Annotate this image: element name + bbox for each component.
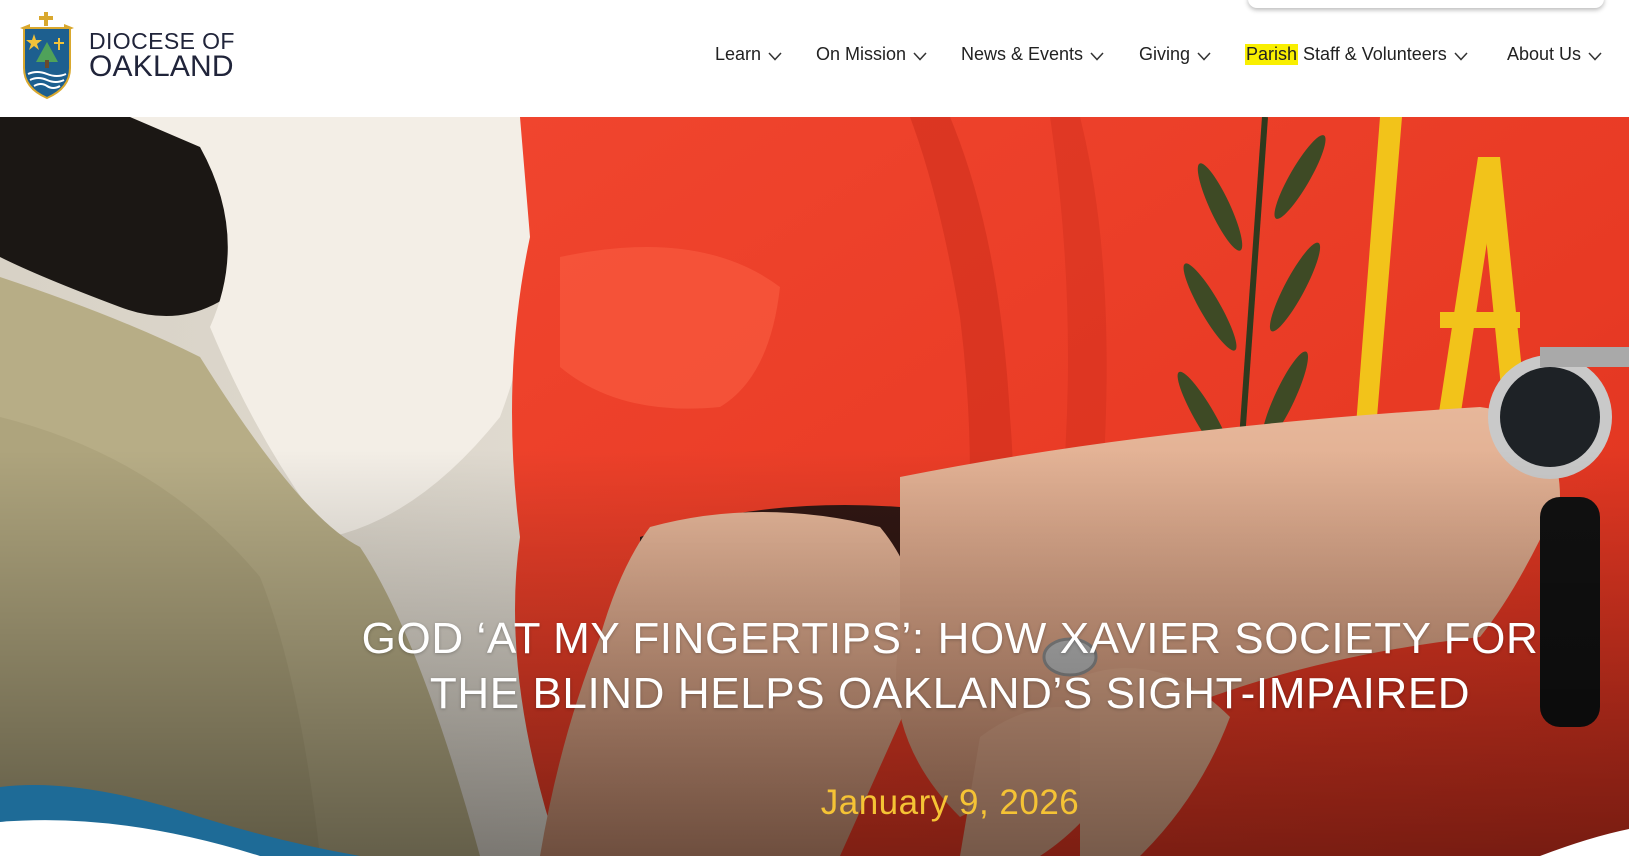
nav-item-label: News & Events [961,44,1084,64]
nav-item-on-mission[interactable]: On Mission [816,44,927,65]
chevron-down-icon [1454,51,1468,61]
chevron-down-icon [1197,51,1211,61]
main-nav: Learn On Mission News & Events Giving Pa… [0,44,1629,68]
search-dropdown-tab[interactable] [1248,0,1604,8]
nav-item-giving[interactable]: Giving [1139,44,1211,65]
nav-item-news-events[interactable]: News & Events [961,44,1104,65]
nav-item-label: Giving [1139,44,1191,64]
chevron-down-icon [768,51,782,61]
chevron-down-icon [1588,51,1602,61]
article-date: January 9, 2026 [820,783,1080,822]
hero-banner: GOD ‘AT MY FINGERTIPS’: HOW XAVIER SOCIE… [0,117,1629,856]
nav-item-label: Staff & Volunteers [1298,44,1447,64]
nav-item-parish-staff-volunteers[interactable]: Parish Staff & Volunteers [1245,44,1468,65]
site-header: DIOCESE OF OAKLAND Learn On Mission News… [0,0,1629,117]
hero-photo [0,117,1629,856]
nav-item-label: On Mission [816,44,907,64]
nav-item-label: Learn [715,44,762,64]
chevron-down-icon [1090,51,1104,61]
search-highlight: Parish [1245,44,1299,65]
nav-item-learn[interactable]: Learn [715,44,782,65]
chevron-down-icon [913,51,927,61]
nav-item-label: About Us [1507,44,1582,64]
article-title[interactable]: GOD ‘AT MY FINGERTIPS’: HOW XAVIER SOCIE… [330,611,1570,721]
nav-item-about-us[interactable]: About Us [1507,44,1602,65]
